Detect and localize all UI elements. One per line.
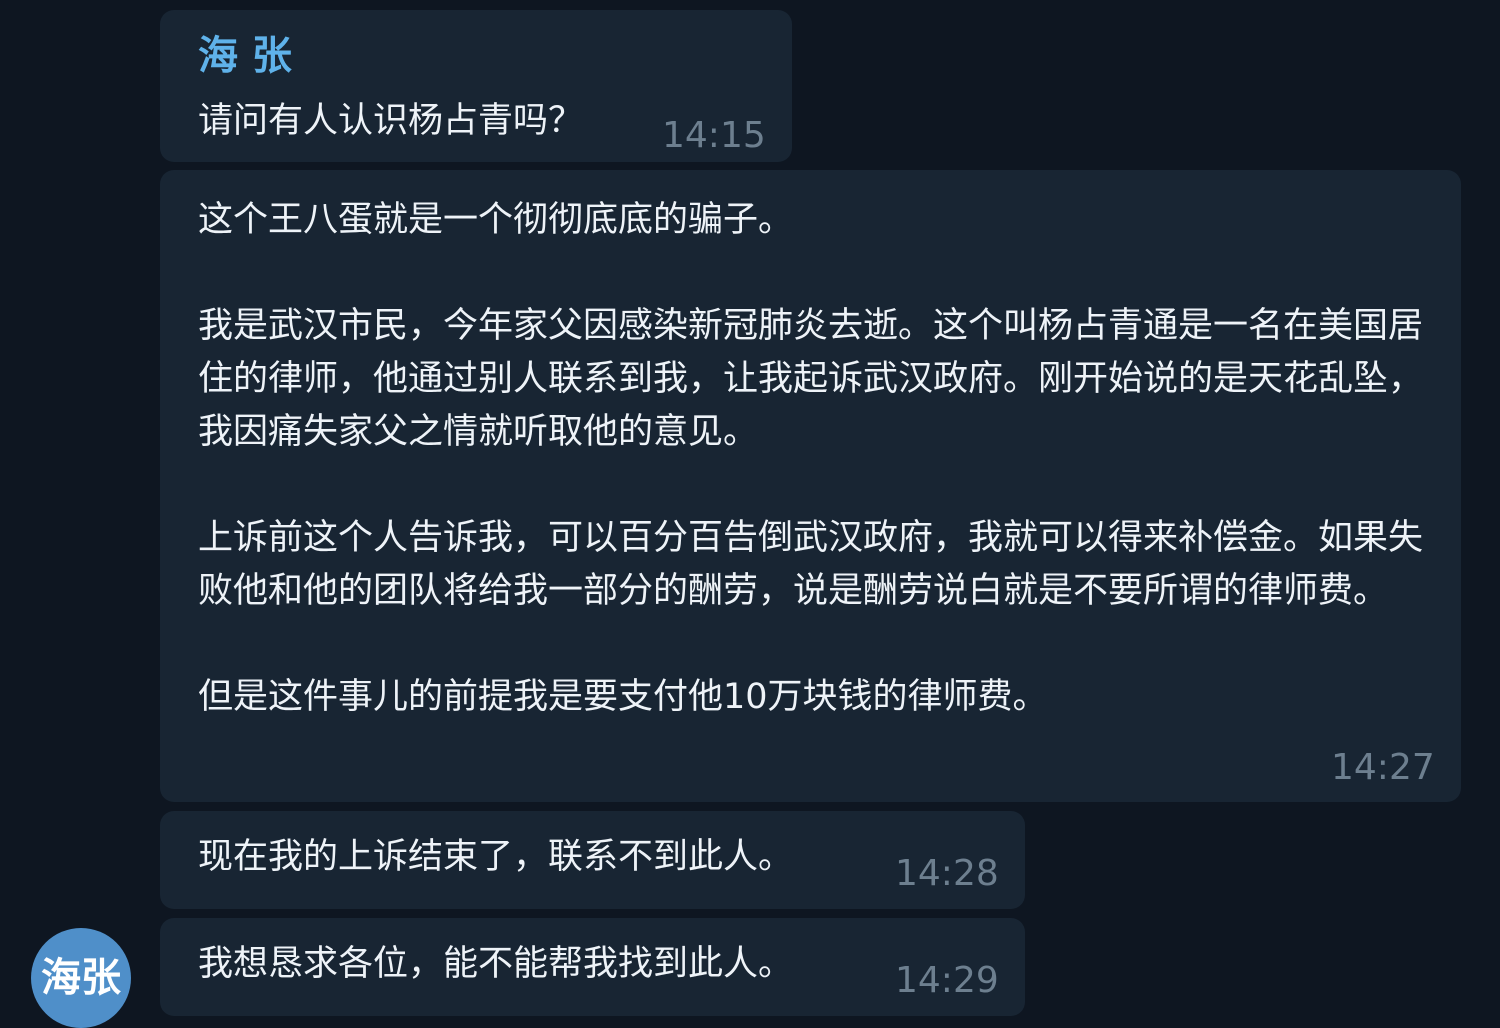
message-bubble[interactable]: 现在我的上诉结束了，联系不到此人。 14:28 bbox=[160, 811, 1025, 909]
message-text: 请问有人认识杨占青吗？ bbox=[198, 101, 584, 141]
message-bubble[interactable]: 这个王八蛋就是一个彻彻底底的骗子。 我是武汉市民，今年家父因感染新冠肺炎去逝。这… bbox=[160, 170, 1461, 802]
message-time: 14:28 bbox=[895, 853, 999, 894]
message-time: 14:29 bbox=[895, 960, 999, 1001]
message-text: 我想恳求各位，能不能帮我找到此人。 bbox=[198, 944, 794, 984]
message-bubble[interactable]: 海 张 请问有人认识杨占青吗？ 14:15 bbox=[160, 10, 792, 162]
avatar[interactable]: 海张 bbox=[31, 928, 131, 1028]
sender-name[interactable]: 海 张 bbox=[198, 32, 292, 80]
message-text: 这个王八蛋就是一个彻彻底底的骗子。 我是武汉市民，今年家父因感染新冠肺炎去逝。这… bbox=[198, 200, 1424, 717]
message-text: 现在我的上诉结束了，联系不到此人。 bbox=[198, 837, 794, 877]
message-time: 14:15 bbox=[662, 115, 766, 156]
message-bubble[interactable]: 我想恳求各位，能不能帮我找到此人。 14:29 bbox=[160, 918, 1025, 1016]
chat-area: 海 张 请问有人认识杨占青吗？ 14:15 这个王八蛋就是一个彻彻底底的骗子。 … bbox=[0, 0, 1500, 1028]
message-time: 14:27 bbox=[1331, 747, 1435, 788]
